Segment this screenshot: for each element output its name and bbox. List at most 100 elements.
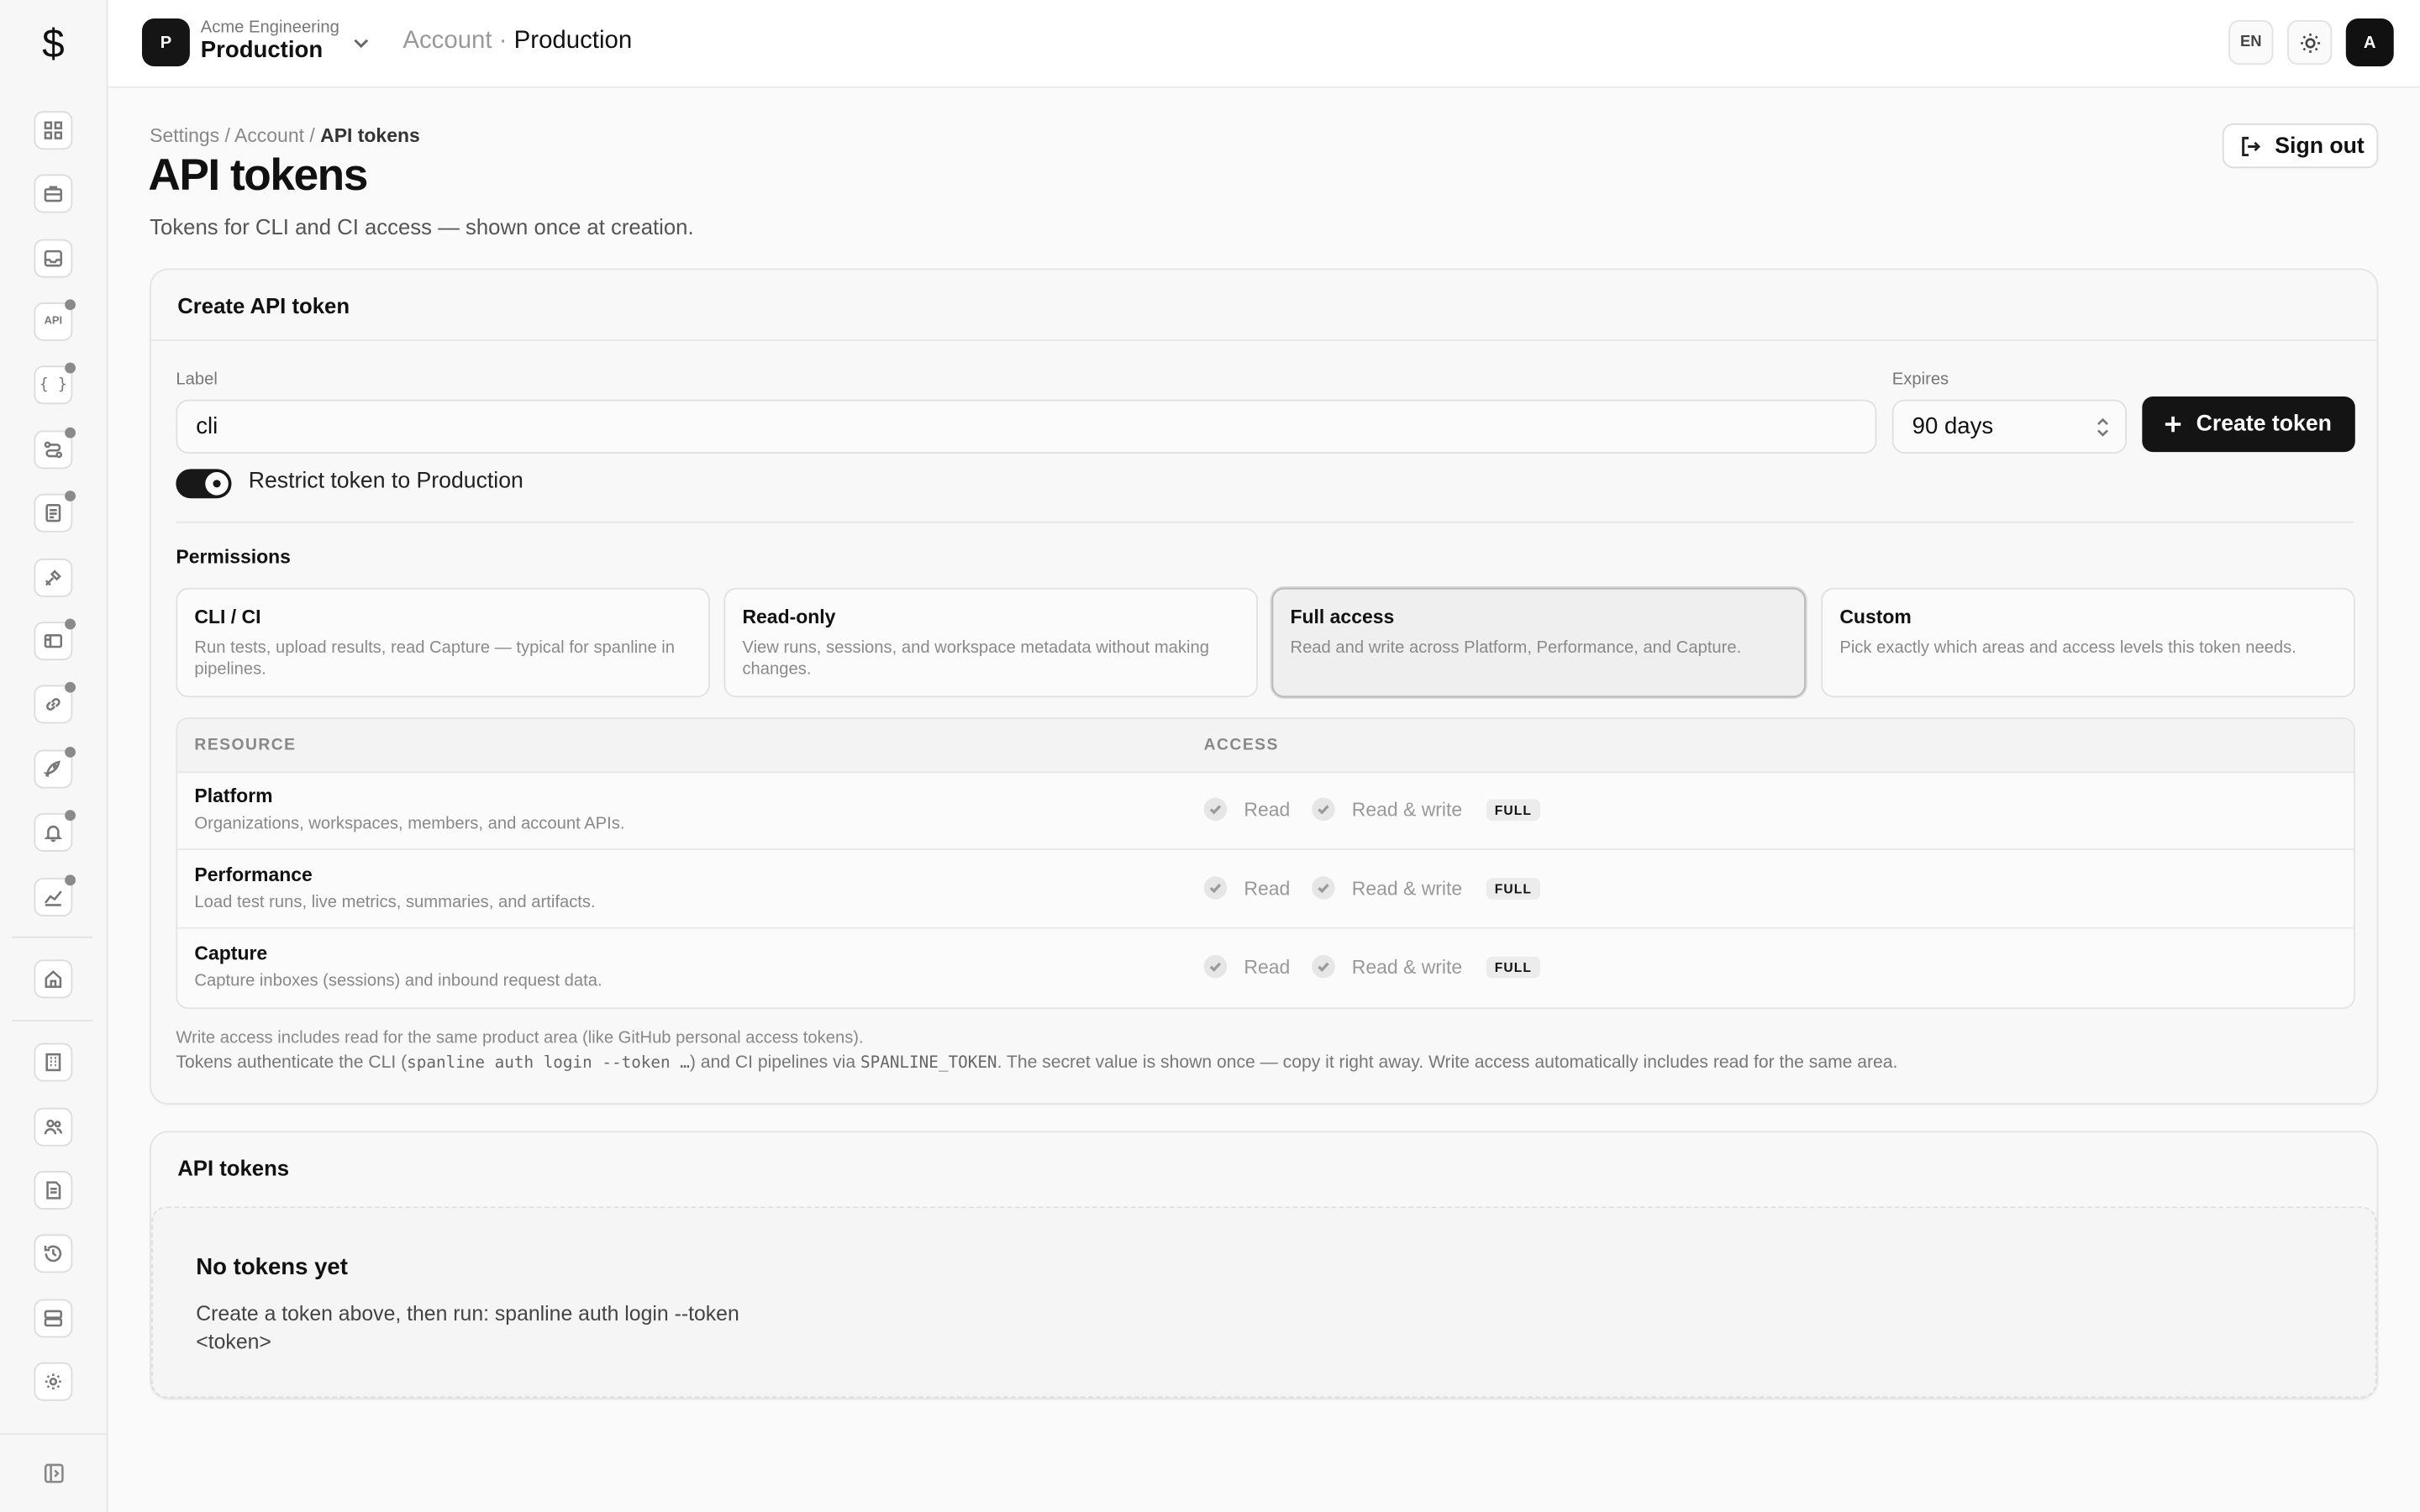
sign-out-button[interactable]: Sign out [2222, 123, 2379, 169]
toggle-knob [205, 472, 229, 496]
workflow-icon [44, 441, 63, 459]
read-check-icon[interactable] [1203, 876, 1228, 900]
sidebar-item-bell[interactable] [34, 810, 76, 852]
empty-state: No tokens yet Create a token above, then… [150, 1206, 2377, 1399]
link-icon [46, 698, 60, 711]
sidebar-item-report[interactable] [34, 491, 76, 533]
restrict-toggle-label[interactable]: Restrict token to Production [249, 469, 523, 493]
read-option-label[interactable]: Read [1244, 956, 1290, 978]
read-write-check-icon[interactable] [1311, 876, 1335, 900]
org-environment[interactable]: Production [201, 37, 323, 63]
dashboard-icon [44, 121, 63, 139]
tools-icon [45, 570, 61, 586]
permissions-title: Permissions [176, 546, 291, 568]
select-arrows-icon [2096, 417, 2110, 438]
sidebar-item-history[interactable] [34, 1234, 73, 1273]
language-button[interactable]: EN [2228, 19, 2274, 66]
access-options: Read Read & write FULL [1203, 876, 1540, 900]
preset-custom[interactable]: Custom Pick exactly which areas and acce… [1821, 587, 2355, 698]
sidebar-item-ticket[interactable] [34, 618, 76, 661]
sidebar-item-document[interactable] [34, 1171, 73, 1210]
note-text: ) and CI pipelines via [689, 1053, 860, 1073]
notification-dot [65, 491, 76, 501]
access-options: Read Read & write FULL [1203, 797, 1540, 822]
briefcase-icon [44, 186, 63, 202]
sidebar-item-users[interactable] [34, 1107, 73, 1147]
theme-toggle-button[interactable] [2286, 19, 2333, 66]
sidebar-item-chart[interactable] [34, 874, 76, 916]
restrict-toggle[interactable] [176, 469, 232, 499]
inbox-icon [44, 249, 63, 267]
expires-select[interactable]: 90 days [1891, 399, 2127, 454]
org-switcher-chevron-icon[interactable] [352, 33, 371, 51]
app-logo[interactable]: $ [0, 0, 107, 87]
create-token-card: Create API token Label cli Expires 90 da… [150, 268, 2379, 1105]
topbar-breadcrumb: Account · Production [402, 28, 632, 55]
read-option-label[interactable]: Read [1244, 798, 1290, 820]
table-row: Platform Organizations, workspaces, memb… [177, 771, 2354, 851]
read-write-option-label[interactable]: Read & write [1352, 956, 1462, 978]
cli-auth-note: Tokens authenticate the CLI (spanline au… [176, 1053, 1897, 1072]
sidebar-item-braces[interactable]: { } [34, 362, 76, 405]
preset-read-only[interactable]: Read-only View runs, sessions, and works… [723, 587, 1258, 698]
preset-title: Read-only [742, 606, 836, 628]
sidebar-collapse-button[interactable] [0, 1433, 107, 1512]
sidebar-item-building[interactable] [34, 1042, 73, 1082]
write-access-note: Write access includes read for the same … [176, 1029, 864, 1048]
sidebar-item-api[interactable]: API [34, 299, 76, 341]
read-check-icon[interactable] [1203, 797, 1228, 822]
read-write-option-label[interactable]: Read & write [1352, 877, 1462, 899]
breadcrumb: Settings / Account / API tokens [150, 125, 420, 147]
sidebar-item-inbox[interactable] [34, 239, 73, 278]
ticket-icon [44, 634, 63, 648]
notification-dot [65, 810, 76, 822]
resource-description: Capture inboxes (sessions) and inbound r… [194, 972, 602, 991]
table-row: Performance Load test runs, live metrics… [177, 850, 2354, 929]
bell-icon [44, 825, 63, 843]
org-avatar[interactable]: P [141, 18, 190, 66]
sign-out-icon [2242, 135, 2261, 156]
notification-dot [65, 299, 76, 311]
sidebar-item-workflow[interactable] [34, 427, 76, 470]
sidebar-item-rocket[interactable] [34, 746, 76, 789]
user-avatar[interactable]: A [2345, 18, 2394, 66]
empty-state-title: No tokens yet [196, 1254, 348, 1281]
sidebar-item-settings[interactable] [34, 1362, 73, 1401]
sidebar-item-link[interactable] [34, 681, 76, 724]
read-option-label[interactable]: Read [1244, 877, 1290, 899]
preset-description: View runs, sessions, and workspace metad… [742, 638, 1209, 680]
read-write-check-icon[interactable] [1311, 954, 1335, 979]
sidebar-item-dashboard[interactable] [34, 111, 73, 150]
breadcrumb-current: API tokens [320, 124, 420, 147]
topbar-crumb-current: Production [513, 28, 633, 55]
sidebar-toggle-icon [43, 1463, 63, 1483]
breadcrumb-account[interactable]: Account [234, 125, 304, 147]
notification-dot [65, 874, 76, 886]
resource-access-table: RESOURCE ACCESS Platform Organizations, … [176, 717, 2355, 1010]
api-tokens-title: API tokens [177, 1155, 290, 1181]
org-name[interactable]: Acme Engineering [201, 18, 339, 37]
column-header-resource: RESOURCE [194, 736, 297, 755]
preset-cli-ci[interactable]: CLI / CI Run tests, upload results, read… [176, 587, 710, 698]
label-input[interactable]: cli [176, 399, 1877, 454]
access-level-badge: FULL [1486, 798, 1540, 821]
report-icon [45, 504, 61, 522]
preset-full-access[interactable]: Full access Read and write across Platfo… [1271, 587, 1806, 698]
resource-name: Performance [194, 864, 313, 886]
breadcrumb-settings[interactable]: Settings [150, 125, 219, 147]
topbar-crumb-parent[interactable]: Account [402, 28, 492, 54]
notification-dot [65, 362, 76, 374]
create-token-button[interactable]: Create token [2142, 396, 2355, 453]
history-icon [44, 1245, 62, 1263]
read-write-option-label[interactable]: Read & write [1352, 798, 1462, 820]
sidebar-item-briefcase[interactable] [34, 174, 73, 213]
breadcrumb-separator: / [219, 124, 235, 147]
sidebar-item-storage[interactable] [34, 1299, 73, 1338]
read-write-check-icon[interactable] [1311, 797, 1335, 822]
access-level-badge: FULL [1486, 955, 1540, 978]
sidebar-item-home[interactable] [34, 959, 73, 999]
note-text: . The secret value is shown once — copy … [997, 1053, 1898, 1073]
read-check-icon[interactable] [1203, 954, 1228, 979]
sidebar-item-tools[interactable] [34, 558, 73, 597]
sign-out-label: Sign out [2275, 133, 2365, 159]
